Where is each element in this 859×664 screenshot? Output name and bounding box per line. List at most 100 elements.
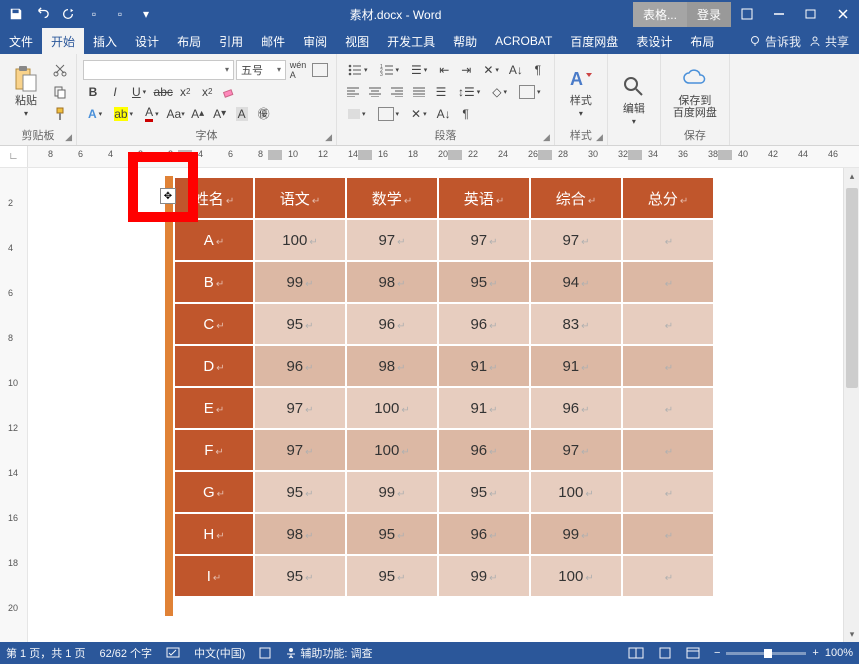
tab-developer[interactable]: 开发工具 bbox=[378, 28, 444, 54]
subscript-button[interactable]: x2 bbox=[175, 82, 195, 102]
asian-layout-button[interactable]: ✕▾ bbox=[478, 60, 504, 80]
macro-icon[interactable] bbox=[259, 647, 271, 659]
decrease-indent-button[interactable]: ⇤ bbox=[434, 60, 454, 80]
scroll-thumb[interactable] bbox=[846, 188, 858, 388]
font-size-combo[interactable]: 五号▾ bbox=[236, 60, 286, 80]
styles-button[interactable]: A 样式 ▾ bbox=[561, 59, 601, 125]
grow-font-button[interactable]: A▴ bbox=[188, 104, 208, 124]
row-header[interactable]: F↵ bbox=[174, 429, 254, 471]
table-cell[interactable]: 96↵ bbox=[254, 345, 346, 387]
table-row[interactable]: F↵97↵100↵96↵97↵↵ bbox=[174, 429, 714, 471]
table-header[interactable]: 姓名↵ bbox=[174, 177, 254, 219]
share-button[interactable]: 共享 bbox=[809, 33, 849, 50]
column-marker[interactable] bbox=[628, 150, 642, 160]
scroll-up-icon[interactable]: ▴ bbox=[844, 168, 859, 184]
view-print-layout[interactable] bbox=[658, 647, 672, 659]
font-name-combo[interactable]: ▾ bbox=[83, 60, 234, 80]
table-cell[interactable]: 96↵ bbox=[438, 429, 530, 471]
tell-me[interactable]: 告诉我 bbox=[749, 33, 801, 50]
row-header[interactable]: I↵ bbox=[174, 555, 254, 597]
row-header[interactable]: E↵ bbox=[174, 387, 254, 429]
tab-design[interactable]: 设计 bbox=[126, 28, 168, 54]
accessibility-checker[interactable]: 辅助功能: 调查 bbox=[285, 645, 372, 661]
table-cell[interactable]: ↵ bbox=[622, 429, 714, 471]
table-cell[interactable]: 99↵ bbox=[346, 471, 438, 513]
table-cell[interactable]: 95↵ bbox=[254, 471, 346, 513]
table-cell[interactable]: 100↵ bbox=[346, 387, 438, 429]
table-header[interactable]: 综合↵ bbox=[530, 177, 622, 219]
phonetic-guide-button[interactable]: wénA bbox=[288, 60, 308, 80]
clipboard-dialog-launcher[interactable]: ◢ bbox=[65, 132, 72, 143]
styles-dialog-launcher[interactable]: ◢ bbox=[596, 132, 603, 143]
table-cell[interactable]: 97↵ bbox=[254, 387, 346, 429]
format-painter-button[interactable] bbox=[50, 104, 70, 124]
qat-customize-icon[interactable]: ▾ bbox=[134, 3, 158, 25]
zoom-out-button[interactable]: − bbox=[714, 647, 720, 659]
word-count[interactable]: 62/62 个字 bbox=[99, 645, 152, 661]
shrink-font-button[interactable]: A▾ bbox=[210, 104, 230, 124]
row-header[interactable]: H↵ bbox=[174, 513, 254, 555]
tabs-button[interactable]: ✕▾ bbox=[406, 104, 432, 124]
para-border-button[interactable]: ▾ bbox=[373, 104, 405, 124]
table-cell[interactable]: 100↵ bbox=[346, 429, 438, 471]
tab-home[interactable]: 开始 bbox=[42, 28, 84, 54]
tab-table-design[interactable]: 表设计 bbox=[627, 28, 681, 54]
column-marker[interactable] bbox=[268, 150, 282, 160]
tab-references[interactable]: 引用 bbox=[210, 28, 252, 54]
table-cell[interactable]: 91↵ bbox=[530, 345, 622, 387]
table-header[interactable]: 语文↵ bbox=[254, 177, 346, 219]
tab-view[interactable]: 视图 bbox=[336, 28, 378, 54]
column-marker[interactable] bbox=[448, 150, 462, 160]
line-spacing-button[interactable]: ↕☰▾ bbox=[453, 82, 485, 102]
redo-icon[interactable] bbox=[56, 3, 80, 25]
table-cell[interactable]: ↵ bbox=[622, 219, 714, 261]
table-cell[interactable]: 97↵ bbox=[530, 429, 622, 471]
show-marks-button[interactable]: ¶ bbox=[528, 60, 548, 80]
multilevel-list-button[interactable]: ☰▾ bbox=[406, 60, 432, 80]
shading-button[interactable]: ◇▾ bbox=[487, 82, 512, 102]
view-read-mode[interactable] bbox=[628, 647, 644, 659]
bold-button[interactable]: B bbox=[83, 82, 103, 102]
highlight-button[interactable]: ab▾ bbox=[109, 104, 138, 124]
font-color-button[interactable]: A▾ bbox=[140, 104, 164, 124]
save-baidu-button[interactable]: 保存到 百度网盘 bbox=[667, 59, 723, 125]
char-border-button[interactable] bbox=[310, 60, 330, 80]
table-cell[interactable]: 95↵ bbox=[438, 471, 530, 513]
align-left-button[interactable] bbox=[343, 82, 363, 102]
close-icon[interactable] bbox=[827, 0, 859, 28]
bullets-button[interactable]: ▾ bbox=[343, 60, 373, 80]
table-row[interactable]: G↵95↵99↵95↵100↵↵ bbox=[174, 471, 714, 513]
superscript-button[interactable]: x2 bbox=[197, 82, 217, 102]
table-cell[interactable]: ↵ bbox=[622, 471, 714, 513]
table-cell[interactable]: 96↵ bbox=[530, 387, 622, 429]
text-effects-button[interactable]: A▾ bbox=[83, 104, 107, 124]
numbering-button[interactable]: 123▾ bbox=[375, 60, 405, 80]
table-cell[interactable]: 97↵ bbox=[254, 429, 346, 471]
table-cell[interactable]: 100↵ bbox=[530, 471, 622, 513]
table-cell[interactable]: 96↵ bbox=[346, 303, 438, 345]
italic-button[interactable]: I bbox=[105, 82, 125, 102]
table-cell[interactable]: ↵ bbox=[622, 261, 714, 303]
login-button[interactable]: 登录 bbox=[687, 2, 731, 27]
table-cell[interactable]: 95↵ bbox=[346, 555, 438, 597]
table-cell[interactable]: 98↵ bbox=[346, 261, 438, 303]
tab-help[interactable]: 帮助 bbox=[444, 28, 486, 54]
paragraph-dialog-launcher[interactable]: ◢ bbox=[543, 132, 550, 143]
table-row[interactable]: A↵100↵97↵97↵97↵↵ bbox=[174, 219, 714, 261]
save-icon[interactable] bbox=[4, 3, 28, 25]
cut-button[interactable] bbox=[50, 60, 70, 80]
table-cell[interactable]: 98↵ bbox=[254, 513, 346, 555]
borders-button[interactable]: ▾ bbox=[514, 82, 546, 102]
zoom-slider[interactable] bbox=[726, 652, 806, 655]
table-cell[interactable]: 91↵ bbox=[438, 387, 530, 429]
align-justify-button[interactable] bbox=[409, 82, 429, 102]
strikethrough-button[interactable]: abc bbox=[153, 82, 173, 102]
table-row[interactable]: C↵95↵96↵96↵83↵↵ bbox=[174, 303, 714, 345]
table-cell[interactable]: 96↵ bbox=[438, 513, 530, 555]
align-distribute-button[interactable]: ☰ bbox=[431, 82, 451, 102]
score-table[interactable]: 姓名↵语文↵数学↵英语↵综合↵总分↵A↵100↵97↵97↵97↵↵B↵99↵9… bbox=[173, 176, 715, 598]
table-cell[interactable]: 99↵ bbox=[438, 555, 530, 597]
row-header[interactable]: G↵ bbox=[174, 471, 254, 513]
table-cell[interactable]: 94↵ bbox=[530, 261, 622, 303]
column-marker[interactable] bbox=[718, 150, 732, 160]
